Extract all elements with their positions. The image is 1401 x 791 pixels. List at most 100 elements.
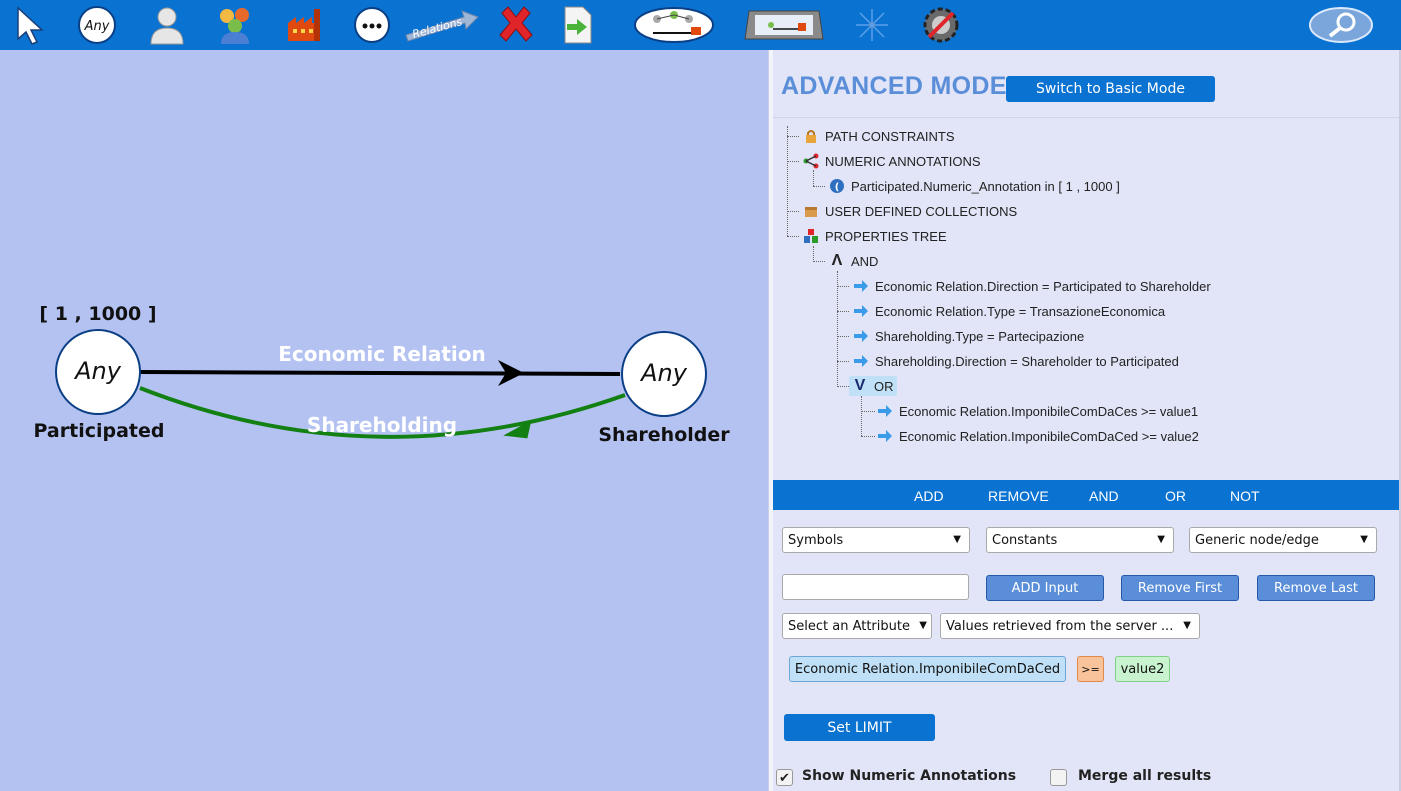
tree-connector [813,186,825,187]
tree-connector [837,311,849,312]
or-icon: V [854,377,866,394]
share-icon [803,153,819,169]
more-icon[interactable] [350,3,394,47]
tree-item-condition[interactable]: Shareholding.Direction = Shareholder to … [853,351,1179,371]
svg-text:Any: Any [84,19,110,34]
tree-item-user-collections[interactable]: USER DEFINED COLLECTIONS [803,201,1017,221]
delete-icon[interactable] [492,3,540,47]
arrow-right-icon [853,353,869,369]
symbols-select[interactable]: Symbols ▼ [782,527,970,553]
mode-title: ADVANCED MODE [781,72,1007,100]
any-node-icon[interactable]: Any [75,3,119,47]
tree-connector [861,411,875,412]
tree-item-properties-tree[interactable]: PROPERTIES TREE [803,226,947,246]
lock-icon [803,128,819,144]
arrow-right-icon [877,403,893,419]
tree-connector [787,136,799,137]
person-icon[interactable] [145,3,189,47]
tree-item-numeric-annotations[interactable]: NUMERIC ANNOTATIONS [803,151,981,171]
tree-connector [813,170,814,186]
numeric-icon: ( [829,178,845,194]
arrow-right-icon [877,428,893,444]
search-icon[interactable] [1308,3,1374,47]
export-icon[interactable] [555,3,599,47]
node-participated[interactable]: Any [55,329,141,415]
tree-connector [837,386,849,387]
constants-select[interactable]: Constants ▼ [986,527,1174,553]
network-icon[interactable] [850,3,894,47]
merge-results-label: Merge all results [1078,768,1212,784]
node-shareholder-text: Any [639,359,688,387]
node-participated-text: Any [73,357,122,385]
or-action[interactable]: OR [1165,488,1186,504]
node-shareholder[interactable]: Any [621,331,707,417]
expression-attribute-chip[interactable]: Economic Relation.ImponibileComDaCed [789,656,1066,682]
chevron-down-icon: ▼ [1360,534,1368,545]
tree-item-condition[interactable]: Economic Relation.ImponibileComDaCes >= … [877,401,1198,421]
add-input-button[interactable]: ADD Input [986,575,1104,601]
switch-basic-mode-button[interactable]: Switch to Basic Mode [1006,76,1215,102]
show-numeric-annotations-label: Show Numeric Annotations [802,768,1017,784]
edge-shareholding[interactable]: Shareholding [139,386,626,440]
tree-connector [787,236,799,237]
svg-text:Relations: Relations [411,15,464,41]
set-limit-button[interactable]: Set LIMIT [784,714,935,741]
screen-icon[interactable] [742,3,826,47]
pointer-icon[interactable] [10,3,50,47]
numeric-constraint-label: [ 1 , 1000 ] [39,303,156,325]
tree-item-condition[interactable]: Shareholding.Type = Partecipazione [853,326,1084,346]
box-icon [803,203,819,219]
arrow-right-icon [853,278,869,294]
merge-results-checkbox[interactable] [1050,769,1067,786]
settings-icon[interactable] [918,3,964,47]
chevron-down-icon: ▼ [919,620,927,631]
tree-item-numeric-annotation[interactable]: ( Participated.Numeric_Annotation in [ 1… [829,176,1120,196]
tree-connector [837,336,849,337]
tree-item-path-constraints[interactable]: PATH CONSTRAINTS [803,126,955,146]
chevron-down-icon: ▼ [1183,620,1191,631]
chevron-down-icon: ▼ [953,534,961,545]
server-values-select[interactable]: Values retrieved from the server ... ▼ [940,613,1200,639]
edge-economic-relation[interactable]: Economic Relation [139,342,621,386]
tree-item-condition[interactable]: Economic Relation.ImponibileComDaCed >= … [877,426,1199,446]
and-icon: Λ [831,252,843,269]
expression-operator-chip[interactable]: >= [1077,656,1104,682]
add-action[interactable]: ADD [914,488,944,504]
node-participated-label: Participated [34,420,165,442]
tree-item-condition[interactable]: Economic Relation.Direction = Participat… [853,276,1211,296]
tree-connector [787,161,799,162]
advanced-panel: ADVANCED MODE Switch to Basic Mode PATH … [773,50,1399,791]
tree-connector [861,396,862,436]
constraints-tree: PATH CONSTRAINTS NUMERIC ANNOTATIONS ( P… [773,118,1399,480]
show-numeric-annotations-checkbox[interactable]: ✔ [776,769,793,786]
main-toolbar: Any Relations [0,0,1401,50]
value-input[interactable] [782,574,969,600]
tree-item-and[interactable]: Λ AND [829,251,879,271]
tree-connector [813,246,814,262]
tree-connector [837,271,838,387]
remove-action[interactable]: REMOVE [988,488,1049,504]
tree-item-condition[interactable]: Economic Relation.Type = TransazioneEcon… [853,301,1165,321]
graph-icon[interactable] [632,3,716,47]
arrow-right-icon [853,303,869,319]
chevron-down-icon: ▼ [1157,534,1165,545]
remove-first-button[interactable]: Remove First [1121,575,1239,601]
tree-connector [787,126,788,236]
node-shareholder-label: Shareholder [598,424,730,446]
tree-connector [813,261,825,262]
tree-connector [837,286,849,287]
and-action[interactable]: AND [1089,488,1119,504]
group-icon[interactable] [212,3,258,47]
graph-canvas[interactable]: Economic Relation Shareholding [ 1 , 100… [0,50,768,791]
remove-last-button[interactable]: Remove Last [1257,575,1375,601]
generic-node-edge-select[interactable]: Generic node/edge ▼ [1189,527,1377,553]
svg-text:(: ( [835,182,840,193]
factory-icon[interactable] [282,3,326,47]
not-action[interactable]: NOT [1230,488,1260,504]
arrow-right-icon [853,328,869,344]
tree-item-or[interactable]: V OR [849,376,897,396]
relations-icon[interactable]: Relations [402,3,482,47]
tree-connector [861,436,875,437]
attribute-select[interactable]: Select an Attribute ▼ [782,613,932,639]
expression-value-chip[interactable]: value2 [1115,656,1170,682]
